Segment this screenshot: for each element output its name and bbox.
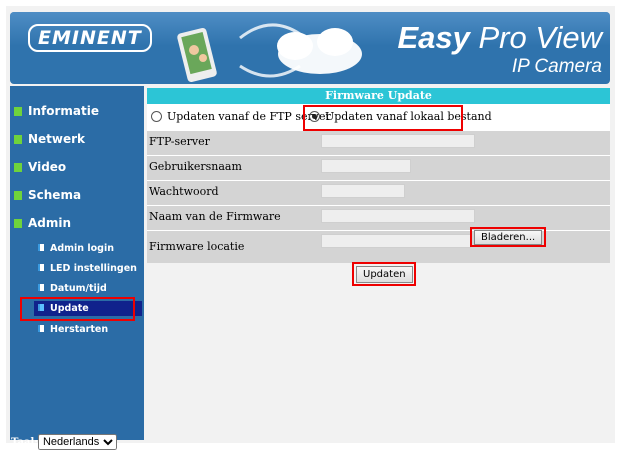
product-title: Easy Pro View bbox=[397, 20, 602, 55]
bullet-icon bbox=[14, 219, 22, 228]
sidebar-item-admin[interactable]: Admin bbox=[14, 216, 71, 230]
app-header: EMINENT Easy Pro View IP Camera bbox=[10, 12, 610, 84]
arrow-icon bbox=[38, 244, 44, 251]
sidebar-subitem-label: Herstarten bbox=[50, 324, 109, 335]
highlight-update-menu bbox=[20, 297, 135, 321]
brand-logo: EMINENT bbox=[28, 24, 152, 52]
bullet-icon bbox=[14, 107, 22, 116]
highlight-update-button bbox=[352, 262, 416, 286]
sidebar-item-video[interactable]: Video bbox=[14, 160, 66, 174]
ftp-server-input[interactable] bbox=[321, 134, 475, 148]
field-value bbox=[317, 156, 610, 180]
field-row-password: Wachtwoord bbox=[147, 180, 610, 205]
field-label: Gebruikersnaam bbox=[147, 156, 317, 180]
firmware-update-panel: Firmware Update Updaten vanaf de FTP ser… bbox=[147, 88, 610, 286]
bullet-icon bbox=[14, 191, 22, 200]
sidebar-subitem-datetime[interactable]: Datum/tijd bbox=[38, 283, 107, 294]
sidebar-subitem-admin-login[interactable]: Admin login bbox=[38, 243, 114, 254]
bullet-icon bbox=[14, 163, 22, 172]
language-select[interactable]: Nederlands bbox=[37, 434, 117, 450]
firmware-name-input[interactable] bbox=[321, 209, 475, 223]
field-value bbox=[317, 206, 610, 230]
arrow-icon bbox=[38, 325, 44, 332]
update-source-row: Updaten vanaf de FTP server Updaten vana… bbox=[147, 104, 610, 131]
sidebar-item-label: Netwerk bbox=[28, 132, 86, 146]
highlight-browse-button bbox=[470, 227, 546, 247]
arrow-icon bbox=[38, 284, 44, 291]
field-value bbox=[317, 181, 610, 205]
sidebar-item-schema[interactable]: Schema bbox=[14, 188, 81, 202]
sidebar-item-informatie[interactable]: Informatie bbox=[14, 104, 99, 118]
panel-title: Firmware Update bbox=[147, 88, 610, 104]
sidebar-subitem-label: Admin login bbox=[50, 243, 114, 254]
sidebar-subitem-led[interactable]: LED instellingen bbox=[38, 263, 137, 274]
sidebar-item-label: Schema bbox=[28, 188, 82, 202]
arrow-icon bbox=[38, 264, 44, 271]
sidebar-item-label: Informatie bbox=[28, 104, 99, 118]
sidebar-subitem-label: Datum/tijd bbox=[50, 283, 107, 294]
field-row-ftp-server: FTP-server bbox=[147, 130, 610, 155]
field-value bbox=[317, 131, 610, 155]
radio-ftp-icon[interactable] bbox=[151, 111, 162, 122]
highlight-local-option bbox=[303, 105, 463, 131]
sidebar-subitem-restart[interactable]: Herstarten bbox=[38, 324, 108, 335]
firmware-location-input[interactable] bbox=[321, 234, 471, 248]
sidebar: Informatie Netwerk Video Schema Admin Ad… bbox=[10, 86, 144, 450]
product-subtitle: IP Camera bbox=[511, 56, 602, 77]
sidebar-subitem-label: LED instellingen bbox=[50, 263, 137, 274]
sidebar-item-label: Admin bbox=[28, 216, 72, 230]
sidebar-item-netwerk[interactable]: Netwerk bbox=[14, 132, 85, 146]
field-row-username: Gebruikersnaam bbox=[147, 155, 610, 180]
field-label: FTP-server bbox=[147, 131, 317, 155]
field-label: Wachtwoord bbox=[147, 181, 317, 205]
field-label: Firmware locatie bbox=[147, 231, 317, 263]
header-illustration bbox=[177, 23, 362, 83]
username-input[interactable] bbox=[321, 159, 411, 173]
language-label: Taal: bbox=[11, 437, 38, 448]
password-input[interactable] bbox=[321, 184, 405, 198]
language-selector: Taal: Nederlands bbox=[11, 434, 117, 450]
sidebar-item-label: Video bbox=[28, 160, 67, 174]
field-value bbox=[317, 231, 610, 263]
bullet-icon bbox=[14, 135, 22, 144]
field-label: Naam van de Firmware bbox=[147, 206, 317, 230]
